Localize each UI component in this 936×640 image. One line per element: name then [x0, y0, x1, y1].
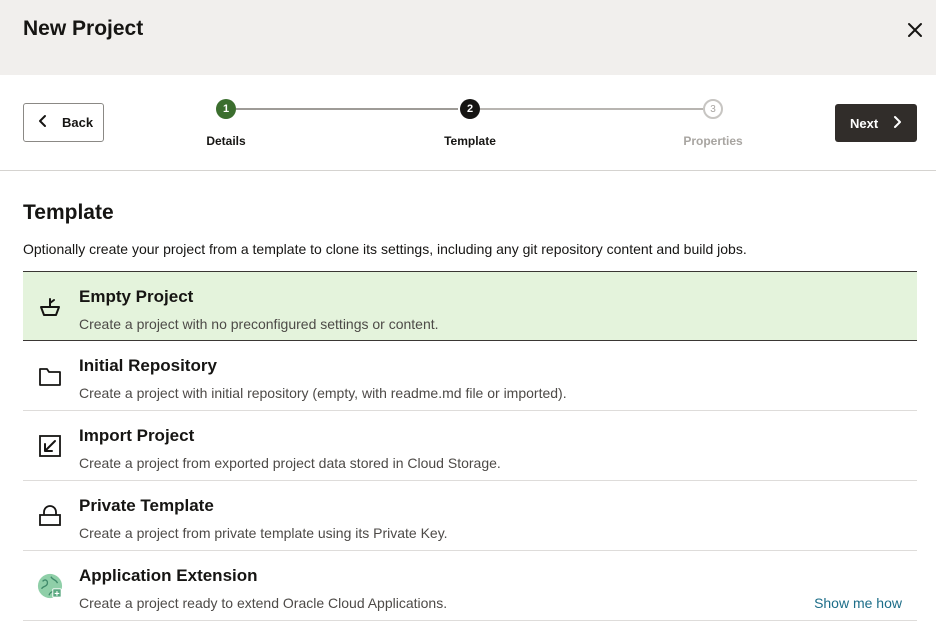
template-name: Import Project — [79, 426, 195, 445]
train-connector-2 — [480, 108, 703, 110]
chevron-left-icon — [38, 114, 48, 131]
template-empty-project[interactable]: Empty Project Create a project with no p… — [23, 271, 917, 341]
step-2-label: Template — [444, 134, 496, 148]
template-application-extension[interactable]: Application Extension Create a project r… — [23, 551, 917, 621]
step-3-label: Properties — [683, 134, 743, 148]
import-arrow-icon — [37, 433, 63, 459]
template-name: Empty Project — [79, 287, 194, 306]
next-button[interactable]: Next — [835, 104, 917, 142]
template-name: Private Template — [79, 496, 214, 515]
back-button[interactable]: Back — [23, 103, 104, 142]
template-name: Initial Repository — [79, 356, 217, 375]
next-button-label: Next — [850, 115, 879, 131]
template-description: Create a project with no preconfigured s… — [79, 316, 439, 332]
step-2-indicator[interactable]: 2 — [460, 99, 480, 119]
template-description: Create a project from private template u… — [79, 525, 448, 541]
globe-extension-icon — [37, 573, 63, 599]
step-3-indicator[interactable]: 3 — [703, 99, 723, 119]
template-list: Empty Project Create a project with no p… — [23, 271, 917, 621]
template-description: Create a project from exported project d… — [79, 455, 501, 471]
section-description: Optionally create your project from a te… — [23, 241, 747, 257]
template-private-template[interactable]: Private Template Create a project from p… — [23, 481, 917, 551]
new-project-dialog: New Project Back 1 Details 2 Template 3 … — [0, 0, 936, 640]
lock-icon — [37, 503, 63, 529]
back-button-label: Back — [62, 115, 94, 130]
step-1-label: Details — [206, 134, 246, 148]
section-title: Template — [23, 201, 114, 224]
template-import-project[interactable]: Import Project Create a project from exp… — [23, 411, 917, 481]
dialog-header: New Project — [0, 0, 936, 75]
template-name: Application Extension — [79, 566, 258, 585]
template-description: Create a project with initial repository… — [79, 385, 567, 401]
folder-icon — [37, 363, 63, 389]
train-connector-1 — [236, 108, 458, 110]
close-icon[interactable] — [904, 19, 926, 41]
chevron-right-icon — [892, 115, 902, 132]
template-description: Create a project ready to extend Oracle … — [79, 595, 448, 611]
show-me-how-link[interactable]: Show me how — [814, 595, 902, 611]
step-1-indicator[interactable]: 1 — [216, 99, 236, 119]
dialog-title: New Project — [23, 17, 144, 40]
step-train: Back 1 Details 2 Template 3 Properties N… — [0, 75, 936, 171]
template-initial-repository[interactable]: Initial Repository Create a project with… — [23, 341, 917, 411]
bowl-icon — [37, 294, 63, 320]
